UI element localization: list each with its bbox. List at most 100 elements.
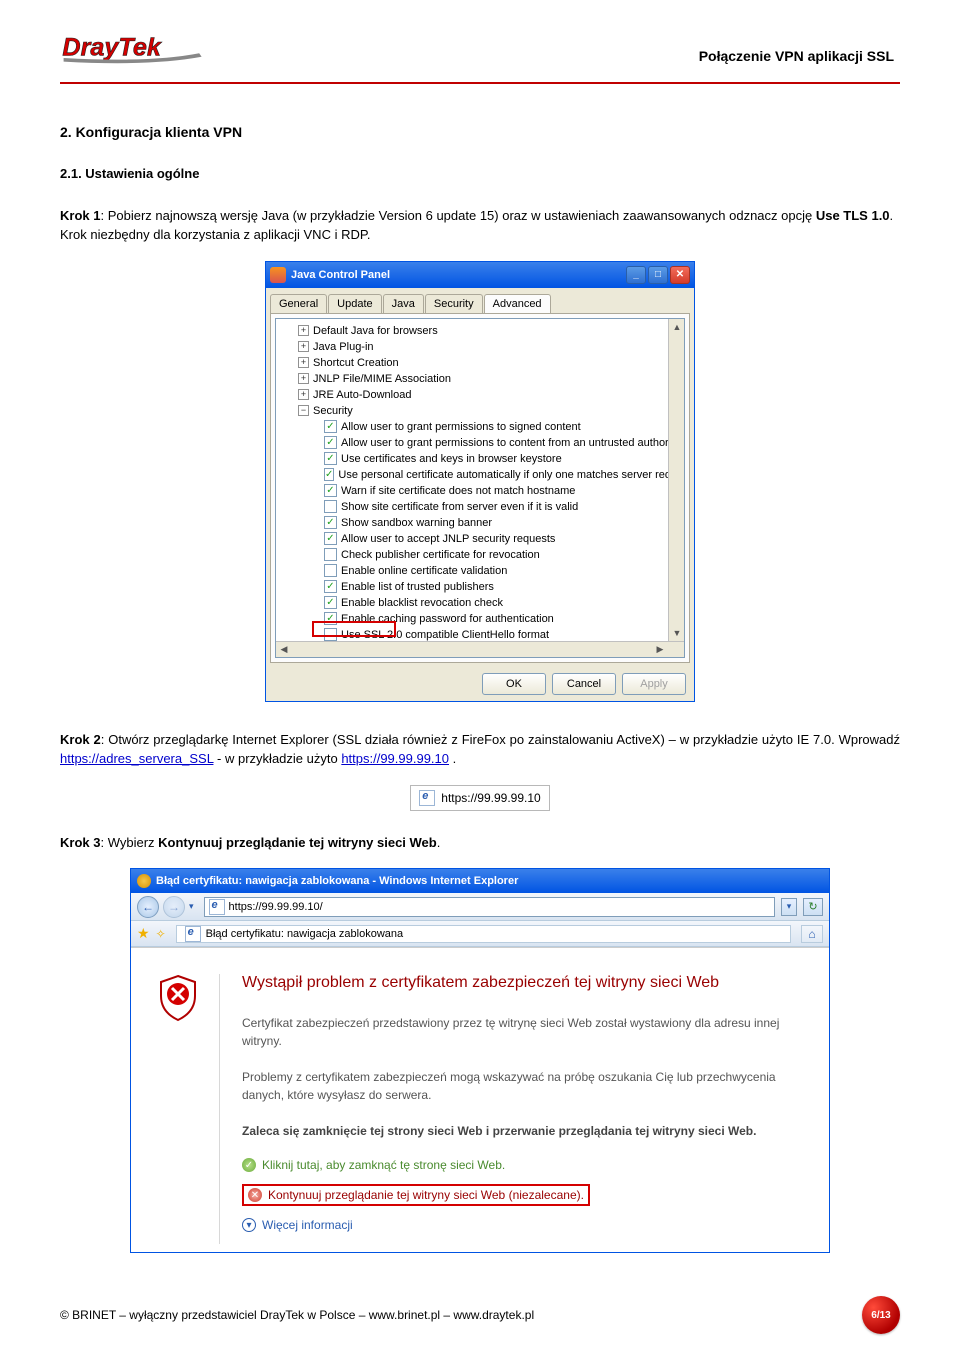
checkbox-icon[interactable]: ✓ <box>324 628 337 641</box>
checkbox-icon[interactable]: ✓ <box>324 516 337 529</box>
checkbox-label: Enable list of trusted publishers <box>341 579 494 595</box>
step2-label: Krok 2 <box>60 732 101 747</box>
checkbox-label: Allow user to grant permissions to signe… <box>341 419 581 435</box>
expand-icon[interactable]: + <box>298 357 309 368</box>
tree-checkbox-item[interactable]: ✓ Check publisher certificate for revocat… <box>282 547 680 563</box>
tree-checkbox-item[interactable]: ✓Enable online certificate validation <box>282 563 680 579</box>
tree-label: Shortcut Creation <box>313 355 399 371</box>
ie-address-input[interactable] <box>229 901 770 913</box>
ie-tab[interactable]: Błąd certyfikatu: nawigacja zablokowana <box>176 925 791 943</box>
checkbox-icon[interactable]: ✓ <box>324 596 337 609</box>
tree-node-collapsed[interactable]: +JRE Auto-Download <box>282 387 680 403</box>
ie-title-text: Błąd certyfikatu: nawigacja zablokowana … <box>156 875 518 887</box>
checkbox-icon[interactable]: ✓ <box>324 436 337 449</box>
vertical-scrollbar[interactable] <box>668 319 684 641</box>
check-icon: ✓ <box>242 1158 256 1172</box>
tab-java[interactable]: Java <box>383 294 424 313</box>
ie-page-icon <box>185 926 201 942</box>
forward-button[interactable]: → <box>163 896 185 918</box>
draytek-logo: DrayTek <box>60 30 240 74</box>
tree-checkbox-item[interactable]: ✓Enable caching password for authenticat… <box>282 611 680 627</box>
cert-continue-link[interactable]: Kontynuuj przeglądanie tej witryny sieci… <box>268 1188 584 1202</box>
checkbox-icon[interactable]: ✓ <box>324 580 337 593</box>
tree-checkbox-item[interactable]: ✓Use certificates and keys in browser ke… <box>282 451 680 467</box>
checkbox-label: Allow user to grant permissions to conte… <box>341 435 680 451</box>
tree-checkbox-item[interactable]: ✓Show sandbox warning banner <box>282 515 680 531</box>
step3-paragraph: Krok 3: Wybierz Kontynuuj przeglądanie t… <box>60 833 900 853</box>
favorites-icon[interactable]: ★ <box>137 925 150 942</box>
checkbox-icon[interactable]: ✓ <box>324 564 337 577</box>
checkbox-icon[interactable]: ✓ <box>324 468 334 481</box>
cert-close-link[interactable]: Kliknij tutaj, aby zamknąć tę stronę sie… <box>262 1158 505 1172</box>
header-divider <box>60 82 900 84</box>
footer-text: © BRINET – wyłączny przedstawiciel DrayT… <box>60 1308 534 1322</box>
tree-node-collapsed[interactable]: + JNLP File/MIME Association <box>282 371 680 387</box>
tab-general[interactable]: General <box>270 294 327 313</box>
apply-button[interactable]: Apply <box>622 673 686 695</box>
tree-checkbox-item[interactable]: ✓Use personal certificate automatically … <box>282 467 680 483</box>
link-example-url[interactable]: https://99.99.99.10 <box>341 751 449 766</box>
checkbox-icon[interactable]: ✓ <box>324 452 337 465</box>
step1-paragraph: Krok 1: Pobierz najnowszą wersję Java (w… <box>60 206 900 245</box>
checkbox-label: Check publisher certificate for revocati… <box>341 547 540 563</box>
cancel-button[interactable]: Cancel <box>552 673 616 695</box>
tree-checkbox-item[interactable]: ✓ Enable list of trusted publishers <box>282 579 680 595</box>
tree-label: Default Java for browsers <box>313 323 438 339</box>
jcp-tree[interactable]: +Default Java for browsers+Java Plug-in+… <box>275 318 685 658</box>
tree-node-collapsed[interactable]: + Default Java for browsers <box>282 323 680 339</box>
ie-warning-icon <box>137 874 151 888</box>
tree-node-collapsed[interactable]: + Java Plug-in <box>282 339 680 355</box>
url-text: https://99.99.99.10 <box>441 791 540 805</box>
tree-checkbox-item[interactable]: ✓Enable blacklist revocation check <box>282 595 680 611</box>
add-favorites-icon[interactable]: ✧ <box>156 927 166 941</box>
cert-p3: Zaleca się zamknięcie tej strony sieci W… <box>242 1122 803 1140</box>
java-control-panel-window: Java Control Panel _ □ ✕ General Update … <box>265 261 695 702</box>
nav-dropdown-icon[interactable]: ▾ <box>189 901 194 912</box>
checkbox-icon[interactable]: ✓ <box>324 612 337 625</box>
back-button[interactable]: ← <box>137 896 159 918</box>
highlight-continue-box: ✕ Kontynuuj przeglądanie tej witryny sie… <box>242 1184 590 1206</box>
checkbox-icon[interactable]: ✓ <box>324 532 337 545</box>
maximize-button[interactable]: □ <box>648 266 668 284</box>
minimize-button[interactable]: _ <box>626 266 646 284</box>
checkbox-label: Warn if site certificate does not match … <box>341 483 575 499</box>
checkbox-icon[interactable]: ✓ <box>324 420 337 433</box>
tree-checkbox-item[interactable]: ✓ Allow user to grant permissions to cont… <box>282 435 680 451</box>
tab-security[interactable]: Security <box>425 294 483 313</box>
tree-checkbox-item[interactable]: ✓ Show site certificate from server even … <box>282 499 680 515</box>
expand-icon[interactable]: + <box>298 373 309 384</box>
tab-advanced[interactable]: Advanced <box>484 294 551 313</box>
checkbox-icon[interactable]: ✓ <box>324 548 337 561</box>
tree-checkbox-item[interactable]: ✓ Warn if site certificate does not match… <box>282 483 680 499</box>
jcp-tabs: General Update Java Security Advanced <box>266 288 694 313</box>
tab-update[interactable]: Update <box>328 294 381 313</box>
close-button[interactable]: ✕ <box>670 266 690 284</box>
tree-node-collapsed[interactable]: + Shortcut Creation <box>282 355 680 371</box>
collapse-icon[interactable]: − <box>298 405 309 416</box>
step1-label: Krok 1 <box>60 208 100 223</box>
info-icon: ▾ <box>242 1218 256 1232</box>
refresh-button[interactable]: ↻ <box>803 898 823 916</box>
tree-node-security[interactable]: −Security <box>282 403 680 419</box>
ie-favorites-bar: ★ ✧ Błąd certyfikatu: nawigacja zablokow… <box>131 921 829 947</box>
tree-checkbox-item[interactable]: ✓Allow user to accept JNLP security requ… <box>282 531 680 547</box>
tree-label: Java Plug-in <box>313 339 374 355</box>
jcp-titlebar: Java Control Panel _ □ ✕ <box>266 262 694 288</box>
address-dropdown-icon[interactable]: ▾ <box>781 898 797 916</box>
expand-icon[interactable]: + <box>298 389 309 400</box>
checkbox-label: Show site certificate from server even i… <box>341 499 578 515</box>
horizontal-scrollbar[interactable] <box>276 641 684 657</box>
expand-icon[interactable]: + <box>298 325 309 336</box>
ok-button[interactable]: OK <box>482 673 546 695</box>
expand-icon[interactable]: + <box>298 341 309 352</box>
home-button[interactable]: ⌂ <box>801 925 823 943</box>
doc-title: Połączenie VPN aplikacji SSL <box>699 48 900 74</box>
step3-button-name: Kontynuuj przeglądanie tej witryny sieci… <box>158 835 437 850</box>
tree-label: JNLP File/MIME Association <box>313 371 451 387</box>
tree-checkbox-item[interactable]: ✓ Allow user to grant permissions to sign… <box>282 419 680 435</box>
link-ssl-server[interactable]: https://adres_servera_SSL <box>60 751 213 766</box>
cert-more-info-link[interactable]: Więcej informacji <box>262 1218 353 1232</box>
ie-address-bar[interactable] <box>204 897 775 917</box>
checkbox-icon[interactable]: ✓ <box>324 484 337 497</box>
checkbox-icon[interactable]: ✓ <box>324 500 337 513</box>
